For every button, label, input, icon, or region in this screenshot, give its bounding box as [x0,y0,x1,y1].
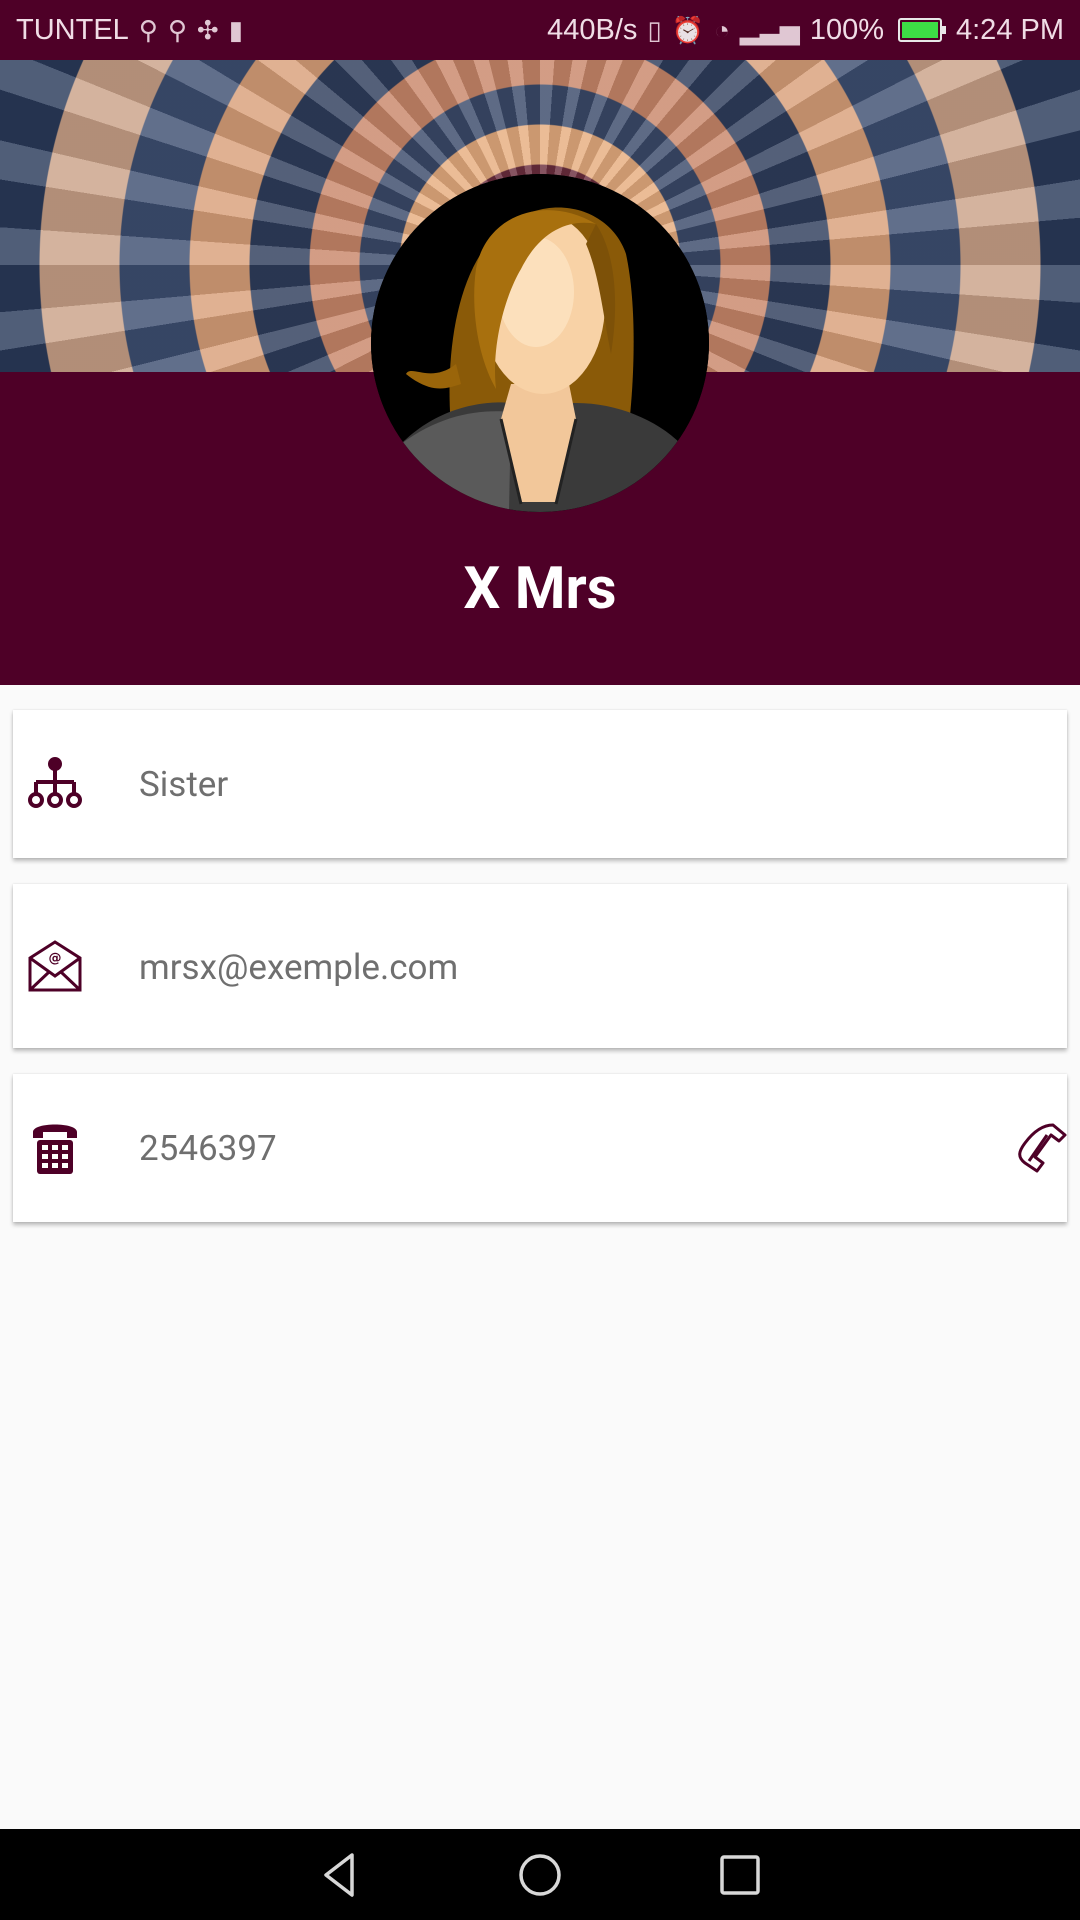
keyhole-icon: ▮ [228,14,243,45]
email-value[interactable]: mrsx@exemple.com [139,947,458,988]
net-speed: 440B/s [547,13,638,46]
wifi-icon: ◔ [714,14,730,45]
phone-value[interactable]: 2546397 [139,1128,277,1169]
hierarchy-icon [28,757,82,808]
envelope-at-icon: @ [28,940,82,992]
status-bar-left: TUNTEL ⚲ ⚲ ✣ ▮ [16,14,243,47]
phone-card: 2546397 [13,1074,1067,1222]
clock: 4:24 PM [956,13,1064,46]
email-card[interactable]: @ mrsx@exemple.com [13,884,1067,1048]
battery-icon [898,18,946,42]
recents-icon[interactable] [712,1847,768,1903]
handset-call-icon[interactable] [1013,1121,1067,1175]
status-bar-right: 440B/s ▯ ⏰ ◔ ▂▃▅ 100% 4:24 PM [547,14,1064,47]
relation-value: Sister [139,764,229,805]
system-nav-bar [0,1829,1080,1920]
svg-text:@: @ [49,951,62,966]
signal-icon: ▂▃▅ [739,14,800,45]
alarm-icon: ⏰ [671,14,705,45]
home-icon[interactable] [512,1847,568,1903]
vibrate-icon: ▯ [647,14,662,45]
usb-debug-icon: ⚲ [167,14,187,45]
relation-card: Sister [13,710,1067,858]
back-icon[interactable] [312,1847,368,1903]
usb-icon: ⚲ [138,14,158,45]
fan-icon: ✣ [196,14,219,45]
status-bar: TUNTEL ⚲ ⚲ ✣ ▮ 440B/s ▯ ⏰ ◔ ▂▃▅ 100% 4:2… [0,0,1080,60]
battery-percent: 100% [809,13,884,46]
contact-name: X Mrs [463,555,617,623]
contact-avatar [371,174,709,512]
carrier-name: TUNTEL [16,13,129,46]
woman-avatar-icon [371,174,709,512]
telephone-keypad-icon [33,1124,77,1174]
